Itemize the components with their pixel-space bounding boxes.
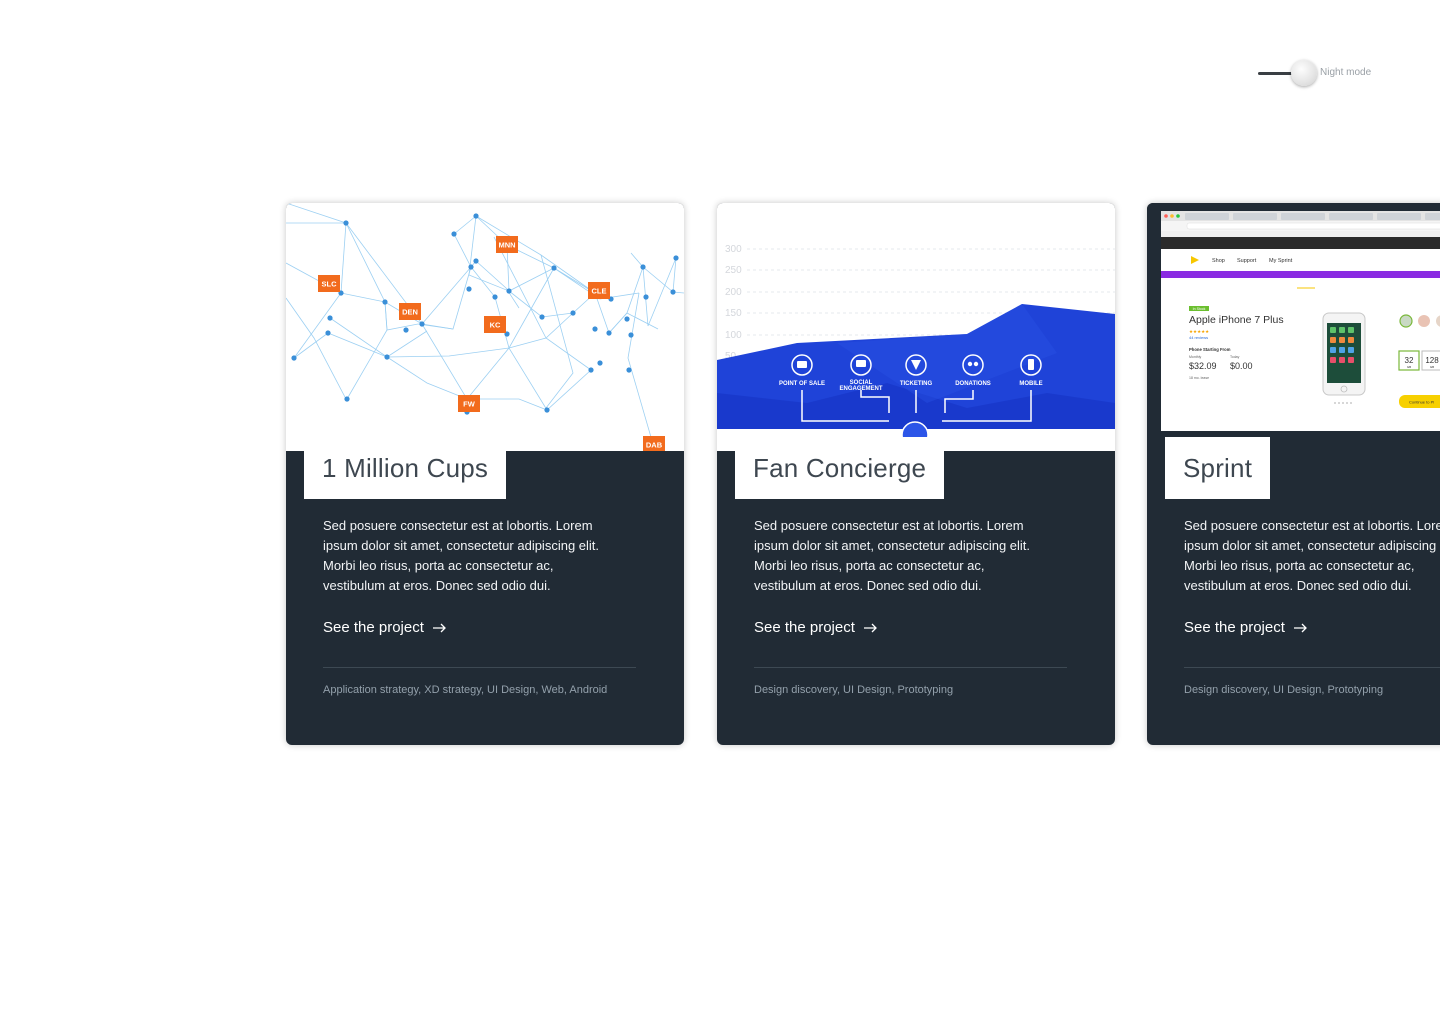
card-title: 1 Million Cups — [322, 452, 489, 483]
card-description-line: vestibulum at eros. Donec sed odio dui. — [754, 578, 982, 593]
see-project-link[interactable]: See the project — [754, 619, 878, 636]
card-description-line: vestibulum at eros. Donec sed odio dui. — [323, 578, 551, 593]
card-title-box[interactable]: Fan Concierge — [735, 437, 945, 499]
see-project-label: See the project — [754, 619, 855, 636]
sprint-badge: In Stock — [1193, 307, 1206, 311]
storage-option: 128 — [1425, 356, 1439, 365]
card-description-line: Sed posuere consectetur est at lobortis.… — [754, 518, 1024, 533]
card-description-line: Sed posuere consectetur est at lobortis.… — [323, 518, 593, 533]
see-project-link[interactable]: See the project — [323, 619, 447, 636]
card-title: Sprint — [1183, 452, 1253, 483]
feature-label: POINT OF SALE — [779, 381, 825, 387]
feature-label: ENGAGEMENT — [839, 386, 882, 392]
feature-label: MOBILE — [1019, 381, 1042, 387]
feature-label: DONATIONS — [955, 381, 991, 387]
city-label: FW — [463, 400, 476, 409]
city-label: CLE — [592, 287, 607, 296]
city-label: SLC — [322, 280, 338, 289]
see-project-link[interactable]: See the project — [1184, 619, 1308, 636]
project-image-browser-screenshot: Shop Support My Sprint In Stock Apple iPho… — [1147, 203, 1440, 451]
axis-tick-label: 200 — [725, 287, 742, 298]
city-label: KC — [490, 321, 501, 330]
card-description-line: ipsum dolor sit amet, consectetur adipis… — [754, 538, 1031, 553]
sprint-nav-item: Support — [1237, 258, 1257, 264]
sprint-nav-item: My Sprint — [1269, 258, 1293, 264]
card-tags: Design discovery, UI Design, Prototyping — [754, 684, 954, 696]
sprint-monthly-label: Monthly — [1189, 355, 1202, 359]
card-tags: Design discovery, UI Design, Prototyping — [1184, 684, 1384, 696]
axis-tick-label: 250 — [725, 265, 742, 276]
city-label: DAB — [646, 441, 663, 450]
project-image-feature-diagram: 300 250 200 150 100 50 POINT OF SALE SOC… — [717, 203, 1115, 451]
arrow-right-icon — [432, 623, 446, 632]
sprint-product: Apple iPhone 7 Plus — [1189, 314, 1284, 326]
city-label: MNN — [498, 241, 515, 250]
card-description-line: ipsum dolor sit amet, consectetur adipis… — [1184, 538, 1440, 553]
project-cards: MNN SLC CLE DEN KC FW DAB 1 Million Cups Sed p… — [0, 0, 1440, 1024]
sprint-today: $0.00 — [1230, 361, 1253, 371]
storage-option: 32 — [1405, 356, 1414, 365]
sprint-cta: Continue to Pl — [1409, 400, 1434, 405]
storage-unit: GB — [1430, 365, 1434, 369]
sprint-nav-item: Shop — [1212, 258, 1225, 264]
card-description-line: vestibulum at eros. Donec sed odio dui. — [1184, 578, 1412, 593]
storage-unit: GB — [1407, 365, 1411, 369]
project-image-network-map: MNN SLC CLE DEN KC FW DAB — [286, 203, 684, 451]
card-tags: Application strategy, XD strategy, UI De… — [323, 684, 608, 696]
see-project-label: See the project — [323, 619, 424, 636]
axis-tick-label: 100 — [725, 330, 742, 341]
see-project-label: See the project — [1184, 619, 1285, 636]
card-description-line: Morbi leo risus, porta ac consectetur ac… — [1184, 558, 1415, 573]
project-card-sprint[interactable]: Shop Support My Sprint In Stock Apple iPho… — [1147, 203, 1440, 745]
card-title: Fan Concierge — [753, 452, 927, 483]
arrow-right-icon — [863, 623, 877, 632]
card-divider — [323, 667, 636, 668]
sprint-today-label: Today — [1230, 355, 1240, 359]
city-label: DEN — [402, 308, 418, 317]
card-title-box[interactable]: Sprint — [1165, 437, 1271, 499]
sprint-monthly: $32.09 — [1189, 361, 1217, 371]
axis-tick-label: 300 — [725, 244, 742, 255]
card-title-box[interactable]: 1 Million Cups — [304, 437, 507, 499]
card-description: Sed posuere consectetur est at lobortis.… — [754, 516, 1074, 596]
feature-label: TICKETING — [900, 381, 933, 387]
card-description-line: ipsum dolor sit amet, consectetur adipis… — [323, 538, 600, 553]
card-divider — [1184, 667, 1440, 668]
project-card-fan-concierge[interactable]: 300 250 200 150 100 50 POINT OF SALE SOC… — [717, 203, 1115, 745]
sprint-price-heading: Phone Starting From — [1189, 347, 1231, 352]
sprint-note: 18 mo. lease — [1189, 376, 1209, 380]
card-description-line: Morbi leo risus, porta ac consectetur ac… — [754, 558, 985, 573]
arrow-right-icon — [1293, 623, 1307, 632]
card-description: Sed posuere consectetur est at lobortis.… — [323, 516, 643, 596]
card-divider — [754, 667, 1067, 668]
project-card-1-million-cups[interactable]: MNN SLC CLE DEN KC FW DAB 1 Million Cups Sed p… — [286, 203, 684, 745]
card-description-line: Morbi leo risus, porta ac consectetur ac… — [323, 558, 554, 573]
card-description-line: Sed posuere consectetur est at lobortis.… — [1184, 518, 1440, 533]
axis-tick-label: 150 — [725, 308, 742, 319]
card-description: Sed posuere consectetur est at lobortis.… — [1184, 516, 1440, 596]
sprint-reviews: 44 reviews — [1189, 335, 1208, 340]
